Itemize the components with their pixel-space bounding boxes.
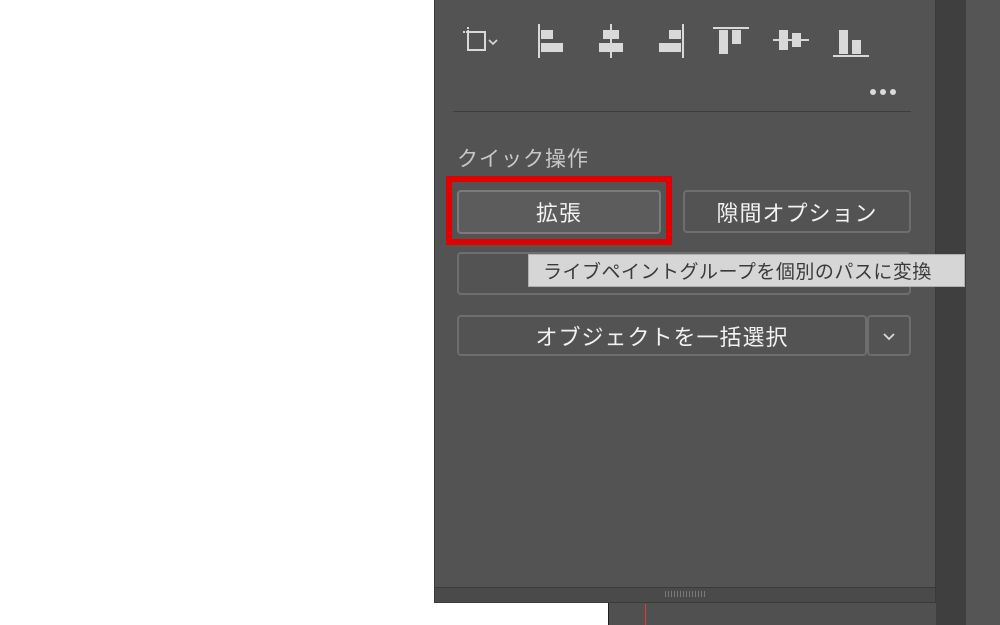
right-dock-panel <box>966 0 1000 625</box>
transform-bounds-icon[interactable] <box>459 20 503 60</box>
panel-divider <box>453 111 911 112</box>
highlight-annotation <box>446 176 672 245</box>
canvas-guide-line <box>645 604 646 625</box>
properties-panel: クイック操作 拡張 隙間オプション オブジェクトを一括選択 ライブペイントグルー… <box>434 0 965 603</box>
align-vertical-center-icon[interactable] <box>769 20 813 60</box>
align-horizontal-center-icon[interactable] <box>589 20 633 60</box>
align-toolbar <box>459 20 919 60</box>
align-left-icon[interactable] <box>527 20 571 60</box>
quick-actions-title: クイック操作 <box>457 147 589 171</box>
select-all-dropdown-button[interactable] <box>867 315 911 356</box>
chevron-down-icon <box>883 332 895 340</box>
align-bottom-icon[interactable] <box>829 20 873 60</box>
more-options-icon[interactable] <box>865 82 901 102</box>
panel-resize-bar[interactable] <box>435 587 935 602</box>
align-right-icon[interactable] <box>649 20 693 60</box>
select-all-objects-button[interactable]: オブジェクトを一括選択 <box>457 315 867 356</box>
resize-grip-icon[interactable] <box>665 591 705 597</box>
tooltip: ライブペイントグループを個別のパスに変換 <box>528 254 965 287</box>
gap-options-button[interactable]: 隙間オプション <box>683 190 911 233</box>
align-top-icon[interactable] <box>709 20 753 60</box>
